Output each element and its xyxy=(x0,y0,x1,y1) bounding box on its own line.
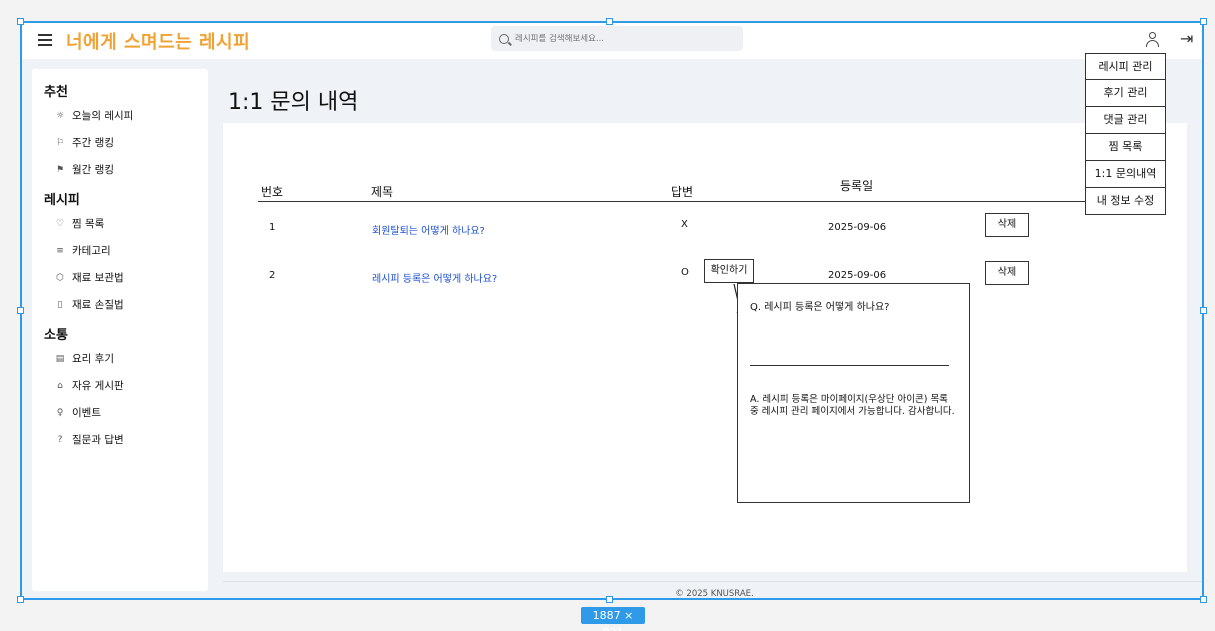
popup-question: Q. 레시피 등록은 어떻게 하나요? xyxy=(750,302,890,313)
sidebar-item-label: 재료 손질법 xyxy=(72,299,124,311)
bulb-icon: ♀ xyxy=(56,407,64,418)
header-divider xyxy=(258,201,1088,202)
box-icon: ⬡ xyxy=(56,272,64,283)
sidebar-item[interactable]: ⌂ 자유 게시판 xyxy=(54,378,208,393)
sidebar-item-label: 이벤트 xyxy=(72,407,101,419)
logo[interactable]: 너에게 스며드는 레시피 xyxy=(66,28,250,54)
book-icon: ▤ xyxy=(55,353,65,364)
sidebar-item[interactable]: ≡ 카테고리 xyxy=(54,243,208,258)
popup-answer: A. 레시피 등록은 마이페이지(우상단 아이콘) 목록 중 레시피 관리 페이… xyxy=(750,394,955,417)
canvas-size-badge: 1887 × 921 xyxy=(581,607,645,631)
flag-outline-icon: ⚐ xyxy=(55,137,65,148)
sidebar-item[interactable]: ⬡ 재료 보관법 xyxy=(54,270,208,285)
header-date: 등록일 xyxy=(840,179,874,193)
hamburger-menu-icon[interactable] xyxy=(38,34,52,46)
user-icon[interactable] xyxy=(1145,31,1161,47)
delete-button[interactable]: 삭제 xyxy=(985,213,1029,237)
resize-handle[interactable] xyxy=(606,18,613,25)
header-answer: 답변 xyxy=(671,185,694,199)
sidebar-item-label: 주간 랭킹 xyxy=(72,137,114,149)
app-frame: 너에게 스며드는 레시피 ⇥ 추천☼오늘의 레시피⚐주간 랭킹⚑월간 랭킹레시피… xyxy=(20,21,1204,600)
confirm-answer-button[interactable]: 확인하기 xyxy=(704,259,754,283)
question-icon: ? xyxy=(57,434,63,445)
inquiry-panel: 번호 제목 답변 등록일 1 회원탈퇴는 어떻게 하나요? X 2025-09-… xyxy=(223,123,1187,572)
sidebar: 추천 ☼ 오늘의 레시피 ⚐ 주간 랭킹 ⚑ 월간 랭킹레시피 ♡ 찜 목록 ≡ 카테고리 ⬡ 재료 보… xyxy=(32,69,208,591)
sidebar-section-title: 레시피 xyxy=(44,193,80,208)
sidebar-item[interactable]: ♀ 이벤트 xyxy=(54,405,208,420)
resize-handle[interactable] xyxy=(1200,596,1207,603)
sidebar-item[interactable]: ? 질문과 답변 xyxy=(54,432,208,447)
resize-handle[interactable] xyxy=(1200,18,1207,25)
list-icon: ≡ xyxy=(56,245,64,256)
top-bar: 너에게 스며드는 레시피 ⇥ xyxy=(22,23,1202,59)
sidebar-item-label: 월간 랭킹 xyxy=(72,164,114,176)
search-bar[interactable] xyxy=(491,26,743,51)
row-answer: O xyxy=(681,267,689,278)
heart-icon: ♡ xyxy=(55,218,65,229)
footer: © 2025 KNUSRAE. xyxy=(675,589,754,599)
popup-divider xyxy=(750,365,949,366)
header-title: 제목 xyxy=(371,185,394,199)
logout-icon[interactable]: ⇥ xyxy=(1180,29,1193,48)
dropdown-menu-item[interactable]: 1:1 문의내역 xyxy=(1085,161,1166,188)
dropdown-menu-item[interactable]: 내 정보 수정 xyxy=(1085,188,1166,215)
sidebar-item-label: 요리 후기 xyxy=(72,353,114,365)
dropdown-menu-item[interactable]: 댓글 관리 xyxy=(1085,107,1166,134)
footer-divider xyxy=(223,581,1202,582)
resize-handle[interactable] xyxy=(17,596,24,603)
row-date: 2025-09-06 xyxy=(828,222,887,233)
answer-popup: Q. 레시피 등록은 어떻게 하나요? A. 레시피 등록은 마이페이지(우상단… xyxy=(737,283,970,503)
resize-handle[interactable] xyxy=(17,18,24,25)
dropdown-menu-item[interactable]: 찜 목록 xyxy=(1085,134,1166,161)
row-no: 1 xyxy=(269,222,276,233)
sidebar-section-title: 추천 xyxy=(44,85,68,100)
sidebar-item-label: 카테고리 xyxy=(72,245,111,257)
clipboard-icon: ▯ xyxy=(57,299,63,310)
sidebar-item-label: 재료 보관법 xyxy=(72,272,124,284)
header-no: 번호 xyxy=(261,185,284,199)
sidebar-item-label: 자유 게시판 xyxy=(72,380,124,392)
row-no: 2 xyxy=(269,270,276,281)
page-title: 1:1 문의 내역 xyxy=(228,90,359,115)
row-answer: X xyxy=(681,219,688,230)
search-input[interactable] xyxy=(515,33,725,44)
sidebar-section-title: 소통 xyxy=(44,328,68,343)
row-date: 2025-09-06 xyxy=(828,270,887,281)
user-dropdown-menu: 레시피 관리 후기 관리 댓글 관리 찜 목록 1:1 문의내역 내 정보 수정 xyxy=(1085,53,1166,215)
board-icon: ⌂ xyxy=(57,380,63,391)
resize-handle[interactable] xyxy=(1200,307,1207,314)
sidebar-item-label: 찜 목록 xyxy=(72,218,105,230)
sidebar-item[interactable]: ⚑ 월간 랭킹 xyxy=(54,162,208,177)
sidebar-item[interactable]: ⚐ 주간 랭킹 xyxy=(54,135,208,150)
search-icon xyxy=(499,33,509,44)
dropdown-menu-item[interactable]: 후기 관리 xyxy=(1085,80,1166,107)
delete-button[interactable]: 삭제 xyxy=(985,261,1029,285)
row-title-link[interactable]: 회원탈퇴는 어떻게 하나요? xyxy=(372,222,485,237)
resize-handle[interactable] xyxy=(606,596,613,603)
row-title-link[interactable]: 레시피 등록은 어떻게 하나요? xyxy=(372,270,497,285)
sidebar-item[interactable]: ♡ 찜 목록 xyxy=(54,216,208,231)
sun-icon: ☼ xyxy=(55,110,65,121)
sidebar-item[interactable]: ▤ 요리 후기 xyxy=(54,351,208,366)
sidebar-item-label: 오늘의 레시피 xyxy=(72,110,134,122)
sidebar-item-label: 질문과 답변 xyxy=(72,434,124,446)
resize-handle[interactable] xyxy=(17,307,24,314)
sidebar-item[interactable]: ▯ 재료 손질법 xyxy=(54,297,208,312)
dropdown-menu-item[interactable]: 레시피 관리 xyxy=(1085,53,1166,80)
sidebar-item[interactable]: ☼ 오늘의 레시피 xyxy=(54,108,208,123)
flag-icon: ⚑ xyxy=(55,164,65,175)
